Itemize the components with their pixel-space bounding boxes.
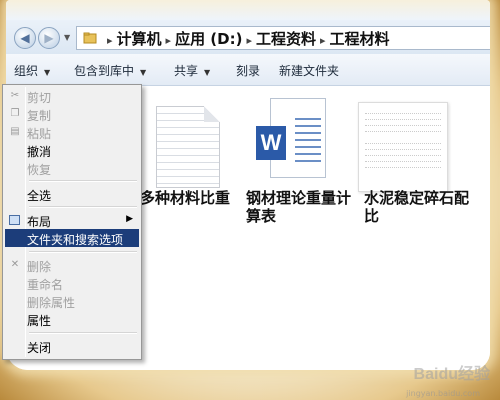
menu-item-close[interactable]: 关闭 bbox=[5, 337, 139, 355]
file-name: 钢材理论重量计算表 bbox=[246, 189, 352, 225]
menu-item-undo[interactable]: 撤消 bbox=[5, 141, 139, 159]
menu-item-label: 布局 bbox=[27, 215, 52, 229]
menu-item-cut[interactable]: ✂ 剪切 bbox=[5, 87, 139, 105]
burn-button[interactable]: 刻录 bbox=[236, 62, 260, 79]
breadcrumb-materials[interactable]: 工程材料 bbox=[330, 30, 390, 48]
share-label: 共享 bbox=[174, 64, 199, 78]
menu-item-select-all[interactable]: 全选 bbox=[5, 185, 139, 203]
command-bar: 组织 ▼ 包含到库中 ▼ 共享 ▼ 刻录 新建文件夹 bbox=[6, 54, 490, 86]
word-page-lines bbox=[295, 113, 321, 163]
file-name: 多种材料比重 bbox=[140, 189, 231, 207]
menu-item-label: 重命名 bbox=[27, 278, 64, 292]
menu-item-label: 剪切 bbox=[27, 91, 52, 105]
menu-item-remove-properties[interactable]: 删除属性 bbox=[5, 292, 139, 310]
menu-item-copy[interactable]: ❐ 复制 bbox=[5, 105, 139, 123]
recent-pages-dropdown-icon[interactable]: ▼ bbox=[64, 33, 70, 42]
word-badge-icon: W bbox=[256, 126, 286, 160]
delete-icon: ✕ bbox=[10, 259, 20, 270]
menu-item-rename[interactable]: 重命名 bbox=[5, 274, 139, 292]
cut-icon: ✂ bbox=[10, 90, 20, 101]
menu-item-label: 属性 bbox=[27, 314, 52, 328]
menu-item-label: 删除属性 bbox=[27, 296, 76, 310]
menu-item-properties[interactable]: 属性 bbox=[5, 310, 139, 328]
breadcrumb: ▸ 计算机 ▸ 应用 (D:) ▸ 工程资料 ▸ 工程材料 bbox=[103, 28, 390, 49]
organize-dropdown-menu: ✂ 剪切 ❐ 复制 ▤ 粘贴 撤消 恢复 全选 布局 ▶ 文件夹和搜索选项 ✕ … bbox=[2, 84, 142, 360]
new-folder-button[interactable]: 新建文件夹 bbox=[279, 62, 339, 79]
menu-item-paste[interactable]: ▤ 粘贴 bbox=[5, 123, 139, 141]
menu-item-redo[interactable]: 恢复 bbox=[5, 159, 139, 177]
file-name: 水泥稳定碎石配比 bbox=[364, 189, 470, 225]
baidu-watermark-url: jingyan.baidu.com bbox=[406, 389, 480, 398]
chevron-down-icon: ▼ bbox=[140, 68, 147, 77]
baidu-watermark: Baidu经验 bbox=[413, 366, 490, 383]
organize-label: 组织 bbox=[14, 64, 39, 78]
breadcrumb-separator[interactable]: ▸ bbox=[316, 34, 330, 47]
menu-separator bbox=[29, 206, 137, 208]
breadcrumb-computer[interactable]: 计算机 bbox=[117, 30, 162, 48]
text-document-icon bbox=[156, 106, 220, 188]
menu-item-label: 文件夹和搜索选项 bbox=[27, 233, 124, 247]
copy-icon: ❐ bbox=[10, 108, 20, 119]
menu-item-folder-options[interactable]: 文件夹和搜索选项 bbox=[5, 229, 139, 247]
paste-icon: ▤ bbox=[10, 126, 20, 137]
breadcrumb-drive[interactable]: 应用 (D:) bbox=[175, 30, 242, 48]
menu-item-delete[interactable]: ✕ 删除 bbox=[5, 256, 139, 274]
breadcrumb-separator: ▸ bbox=[107, 34, 113, 47]
include-in-library-button[interactable]: 包含到库中 ▼ bbox=[74, 62, 146, 79]
title-bar bbox=[6, 0, 490, 20]
breadcrumb-project-docs[interactable]: 工程资料 bbox=[256, 30, 316, 48]
breadcrumb-separator[interactable]: ▸ bbox=[242, 34, 256, 47]
layout-icon bbox=[9, 215, 20, 225]
back-button[interactable]: ◀ bbox=[14, 27, 36, 49]
submenu-arrow-icon: ▶ bbox=[126, 214, 133, 224]
menu-item-layout[interactable]: 布局 ▶ bbox=[5, 211, 139, 229]
share-button[interactable]: 共享 ▼ bbox=[174, 62, 210, 79]
menu-separator bbox=[29, 251, 137, 253]
menu-separator bbox=[29, 180, 137, 182]
new-folder-label: 新建文件夹 bbox=[279, 64, 340, 78]
burn-label: 刻录 bbox=[236, 64, 261, 78]
menu-item-label: 删除 bbox=[27, 260, 52, 274]
menu-separator bbox=[29, 332, 137, 334]
menu-item-label: 粘贴 bbox=[27, 127, 52, 141]
address-row: ◀ ▶ ▼ ▸ 计算机 ▸ 应用 (D:) ▸ 工程资料 ▸ 工程材料 bbox=[6, 20, 490, 54]
menu-item-label: 全选 bbox=[27, 189, 52, 203]
chevron-down-icon: ▼ bbox=[204, 68, 211, 77]
folder-icon bbox=[83, 32, 97, 44]
document-thumbnail-icon bbox=[358, 102, 448, 192]
menu-item-label: 恢复 bbox=[27, 163, 52, 177]
breadcrumb-separator[interactable]: ▸ bbox=[162, 34, 176, 47]
menu-item-label: 关闭 bbox=[27, 341, 52, 355]
forward-button[interactable]: ▶ bbox=[38, 27, 60, 49]
organize-button[interactable]: 组织 ▼ bbox=[14, 62, 50, 79]
include-in-library-label: 包含到库中 bbox=[74, 64, 135, 78]
chevron-down-icon: ▼ bbox=[44, 68, 51, 77]
address-bar[interactable]: ▸ 计算机 ▸ 应用 (D:) ▸ 工程资料 ▸ 工程材料 bbox=[76, 26, 490, 50]
menu-item-label: 复制 bbox=[27, 109, 52, 123]
menu-item-label: 撤消 bbox=[27, 145, 52, 159]
